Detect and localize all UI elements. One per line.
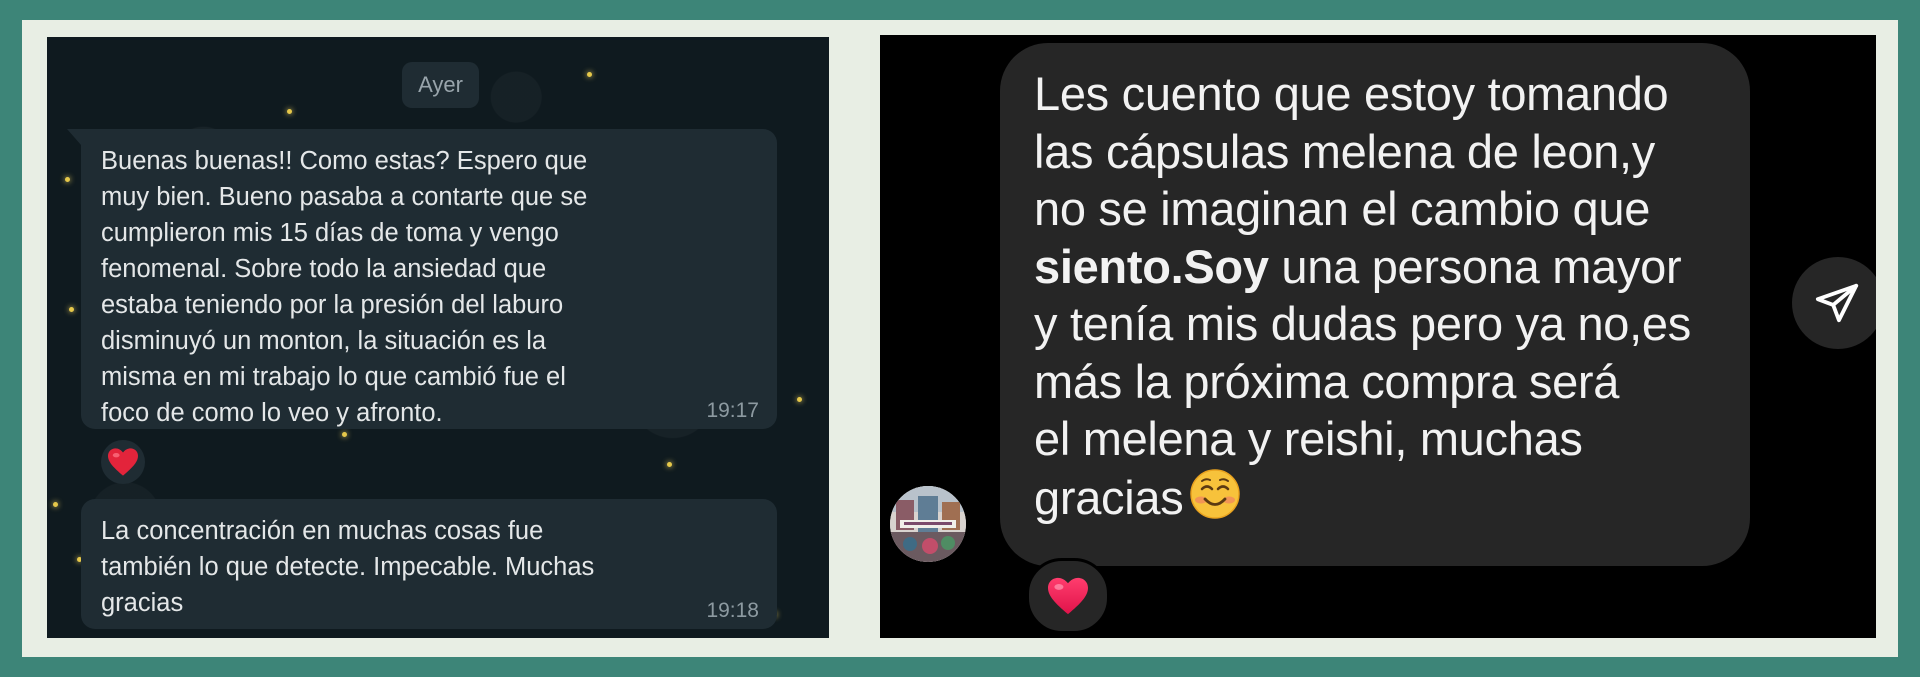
sparkle-decoration xyxy=(53,502,58,507)
message-line: siento.Soy una persona mayor xyxy=(1034,238,1734,296)
bold-text: siento.Soy xyxy=(1034,239,1269,293)
smiling-face-emoji-icon xyxy=(1190,468,1241,519)
heart-emoji-icon xyxy=(1048,577,1088,615)
message-line: las cápsulas melena de leon,y xyxy=(1034,124,1655,178)
sparkle-decoration xyxy=(342,432,347,437)
message-line: no se imaginan el cambio que xyxy=(1034,182,1651,235)
message-line: Les cuento que estoy tomando xyxy=(1034,67,1669,120)
send-icon xyxy=(1815,283,1859,323)
heart-emoji-icon xyxy=(108,448,138,476)
sparkle-decoration xyxy=(797,397,802,402)
message-line: más la próxima compra será xyxy=(1034,354,1620,408)
message-text: Buenas buenas!! Como estas? Espero que m… xyxy=(101,147,588,427)
sparkle-decoration xyxy=(65,177,70,182)
sender-avatar[interactable] xyxy=(890,486,966,562)
avatar-image xyxy=(890,486,966,562)
message-line: el melena y reishi, muchas xyxy=(1034,412,1583,465)
message-bubble[interactable]: La concentración en muchas cosas fue tam… xyxy=(81,499,777,629)
send-button[interactable] xyxy=(1792,257,1876,349)
whatsapp-chat-panel: Ayer Buenas buenas!! Como estas? Espero … xyxy=(47,37,829,638)
message-line: y tenía mis dudas pero ya no,es xyxy=(1034,297,1691,350)
sparkle-decoration xyxy=(667,462,672,467)
message-text: La concentración en muchas cosas fue tam… xyxy=(101,517,595,617)
instagram-chat-panel: Les cuento que estoy tomando las cápsula… xyxy=(880,35,1876,638)
message-line-text: gracias xyxy=(1034,470,1184,524)
date-separator: Ayer xyxy=(402,62,479,108)
reaction-badge[interactable] xyxy=(1026,558,1110,634)
message-bubble[interactable]: Buenas buenas!! Como estas? Espero que m… xyxy=(67,129,777,429)
sparkle-decoration xyxy=(287,109,292,114)
message-line: gracias xyxy=(1034,468,1734,527)
sparkle-decoration xyxy=(69,307,74,312)
message-text: Les cuento que estoy tomando las cápsula… xyxy=(1034,65,1734,526)
sparkle-decoration xyxy=(587,72,592,77)
message-line-rest: una persona mayor xyxy=(1268,239,1682,293)
message-timestamp: 19:17 xyxy=(706,399,759,422)
message-timestamp: 19:18 xyxy=(706,599,759,622)
message-bubble[interactable]: Les cuento que estoy tomando las cápsula… xyxy=(1000,43,1750,566)
reaction-badge[interactable] xyxy=(101,440,145,484)
